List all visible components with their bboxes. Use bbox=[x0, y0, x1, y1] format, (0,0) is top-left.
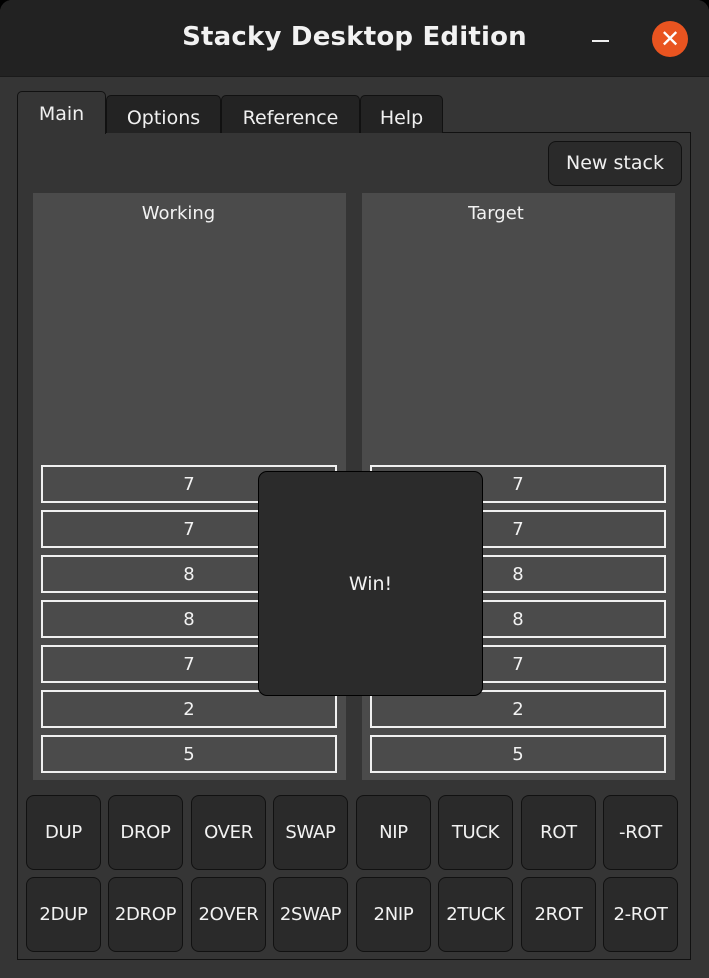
swap-button[interactable]: SWAP bbox=[273, 795, 348, 870]
working-stack-title: Working bbox=[141, 203, 216, 224]
2swap-button[interactable]: 2SWAP bbox=[273, 877, 348, 952]
close-icon: ✕ bbox=[659, 25, 681, 53]
win-message: Win! bbox=[348, 573, 393, 595]
win-popup[interactable]: Win! bbox=[258, 471, 483, 696]
minimize-icon bbox=[592, 40, 609, 42]
2-minus-rot-button[interactable]: 2-ROT bbox=[603, 877, 678, 952]
2dup-button[interactable]: 2DUP bbox=[26, 877, 101, 952]
tab-reference[interactable]: Reference bbox=[221, 95, 360, 133]
tab-main[interactable]: Main bbox=[17, 91, 106, 134]
2over-button[interactable]: 2OVER bbox=[191, 877, 266, 952]
2tuck-button[interactable]: 2TUCK bbox=[438, 877, 513, 952]
app-window: Stacky Desktop Edition ✕ Main Options Re… bbox=[0, 0, 709, 978]
rot-button[interactable]: ROT bbox=[521, 795, 596, 870]
2rot-button[interactable]: 2ROT bbox=[521, 877, 596, 952]
minimize-button[interactable] bbox=[592, 40, 610, 50]
tab-help[interactable]: Help bbox=[360, 95, 443, 133]
target-stack-title: Target bbox=[468, 203, 524, 224]
title-bar: Stacky Desktop Edition ✕ bbox=[0, 0, 709, 77]
tab-options[interactable]: Options bbox=[106, 95, 221, 133]
nip-button[interactable]: NIP bbox=[356, 795, 431, 870]
working-stack-cell: 5 bbox=[41, 735, 337, 773]
over-button[interactable]: OVER bbox=[191, 795, 266, 870]
drop-button[interactable]: DROP bbox=[108, 795, 183, 870]
close-button[interactable]: ✕ bbox=[652, 21, 688, 57]
2drop-button[interactable]: 2DROP bbox=[108, 877, 183, 952]
2nip-button[interactable]: 2NIP bbox=[356, 877, 431, 952]
new-stack-button[interactable]: New stack bbox=[548, 141, 682, 186]
tuck-button[interactable]: TUCK bbox=[438, 795, 513, 870]
dup-button[interactable]: DUP bbox=[26, 795, 101, 870]
minus-rot-button[interactable]: -ROT bbox=[603, 795, 678, 870]
target-stack-cell: 5 bbox=[370, 735, 666, 773]
